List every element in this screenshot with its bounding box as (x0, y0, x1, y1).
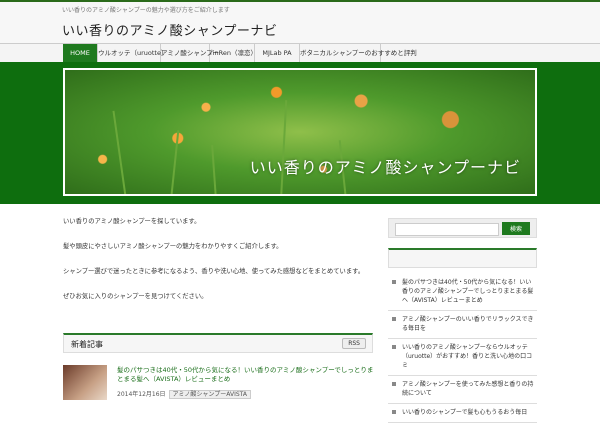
sidebar-post-link[interactable]: 髪のパサつきは40代・50代から気になる！いい香りのアミノ酸シャンプーでしっとり… (388, 274, 537, 311)
nav-item-botanical[interactable]: ボタニカルシャンプーのおすすめと評判 (300, 44, 417, 62)
nav-item-rinren[interactable]: rinRen（凛恋） (210, 44, 257, 62)
site-header: いい香りのアミノ酸シャンプーの魅力や選び方をご紹介します いい香りのアミノ酸シャ… (0, 0, 600, 46)
post-category-badge[interactable]: アミノ酸シャンプーAVISTA (168, 390, 251, 399)
flower-stem (112, 110, 127, 194)
hero-title: いい香りのアミノ酸シャンプーナビ (249, 158, 521, 177)
intro-paragraph: 髪や頭皮にやさしいアミノ酸シャンプーの魅力をわかりやすくご紹介します。 (63, 243, 283, 250)
intro-section: いい香りのアミノ酸シャンプーを探しています。 髪や頭皮にやさしいアミノ酸シャンプ… (63, 216, 373, 316)
flower-stem (280, 100, 287, 194)
bullet-icon (392, 317, 396, 321)
sidebar-post-link[interactable]: いい香りのアミノ酸シャンプーならウルオッテ（uruotte）がおすすめ！香りと洗… (388, 339, 537, 376)
sidebar-post-text: いい香りのアミノ酸シャンプーならウルオッテ（uruotte）がおすすめ！香りと洗… (402, 344, 533, 369)
sidebar-post-link[interactable]: アミノ酸シャンプーのいい香りでリラックスできる毎日を (388, 311, 537, 339)
nav-item-uruotte[interactable]: ウルオッテ（uruotte） (98, 44, 168, 62)
intro-paragraph: いい香りのアミノ酸シャンプーを探しています。 (63, 218, 201, 225)
recent-posts-header: 新着記事 RSS (63, 333, 373, 353)
post-thumbnail[interactable] (63, 365, 107, 400)
bullet-icon (392, 382, 396, 386)
intro-paragraph: ぜひお気に入りのシャンプーを見つけてください。 (63, 293, 208, 300)
post-date: 2014年12月16日 (117, 391, 166, 398)
sidebar-post-text: アミノ酸シャンプーを使ってみた感想と香りの持続について (402, 381, 534, 397)
sidebar-post-text: 髪のパサつきは40代・50代から気になる！いい香りのアミノ酸シャンプーでしっとり… (402, 279, 534, 304)
bullet-icon (392, 410, 396, 414)
flower-stem (211, 145, 217, 194)
nav-item-mjlab[interactable]: MJLab PA (255, 44, 300, 62)
nav-item-home[interactable]: HOME (63, 44, 98, 62)
recent-posts-title: 新着記事 (71, 340, 103, 349)
search-input[interactable] (395, 223, 499, 236)
search-button[interactable]: 検索 (502, 222, 530, 235)
sidebar-recent-header (388, 248, 537, 268)
sidebar-post-text: アミノ酸シャンプーのいい香りでリラックスできる毎日を (402, 316, 534, 332)
post-title-link[interactable]: 髪のパサつきは40代・50代から気になる！いい香りのアミノ酸シャンプーでしっとり… (117, 366, 377, 384)
bullet-icon (392, 280, 396, 284)
nav-item-amino-shampoo[interactable]: アミノ酸シャンプー (161, 44, 219, 62)
rss-button[interactable]: RSS (342, 338, 366, 349)
intro-paragraph: シャンプー選びで迷ったときに参考になるよう、香りや洗い心地、使ってみた感想などを… (63, 268, 365, 275)
sidebar-search: 検索 (388, 218, 537, 238)
sidebar-post-list: 髪のパサつきは40代・50代から気になる！いい香りのアミノ酸シャンプーでしっとり… (388, 274, 537, 423)
flower-stem (170, 130, 179, 194)
main-nav: HOME ウルオッテ（uruotte） アミノ酸シャンプー rinRen（凛恋）… (0, 43, 600, 63)
post-meta: 2014年12月16日 アミノ酸シャンプーAVISTA (117, 389, 251, 399)
bullet-icon (392, 345, 396, 349)
hero-banner: いい香りのアミノ酸シャンプーナビ (63, 68, 537, 196)
sidebar-post-link[interactable]: いい香りのシャンプーで髪も心もうるおう毎日 (388, 404, 537, 423)
site-title[interactable]: いい香りのアミノ酸シャンプーナビ (62, 20, 277, 39)
site-tagline: いい香りのアミノ酸シャンプーの魅力や選び方をご紹介します (62, 7, 230, 14)
sidebar-post-text: いい香りのシャンプーで髪も心もうるおう毎日 (402, 409, 528, 416)
